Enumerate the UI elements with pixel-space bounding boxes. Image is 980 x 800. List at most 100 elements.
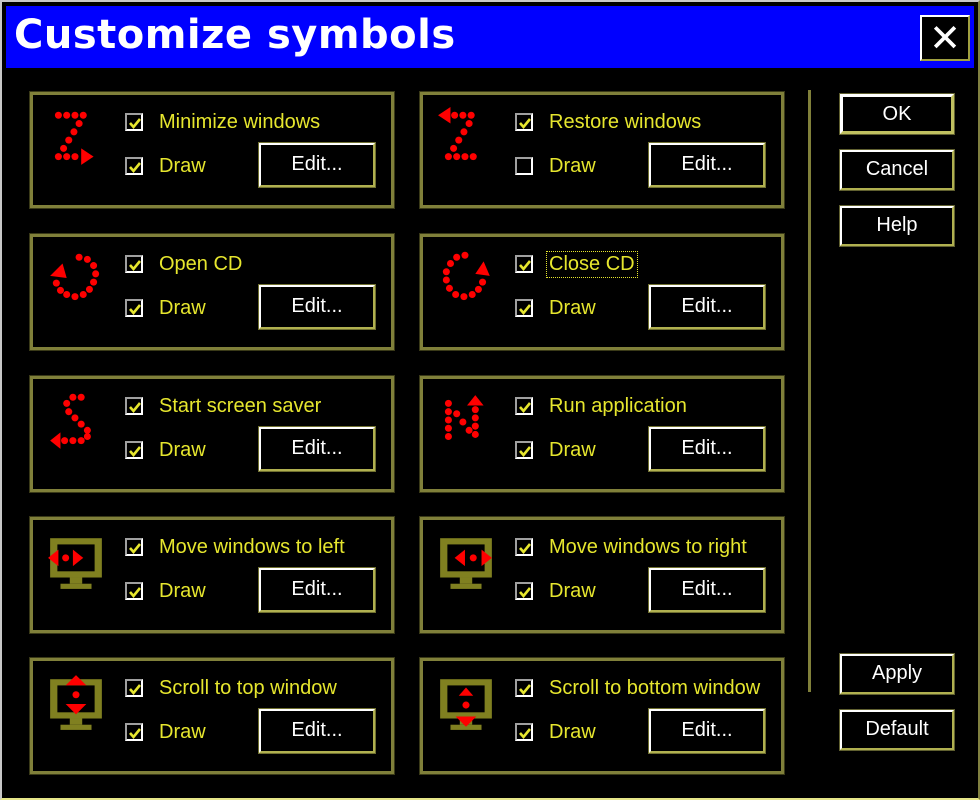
- symbol-group: Move windows to right Draw Edit...: [419, 516, 785, 634]
- close-button[interactable]: ✕: [920, 15, 970, 61]
- monitor-arrow-up-icon: [50, 675, 102, 730]
- checkbox-box[interactable]: [515, 441, 533, 459]
- checkbox-box[interactable]: [125, 397, 143, 415]
- enable-checkbox[interactable]: Move windows to right: [515, 534, 749, 560]
- checkbox-box[interactable]: [515, 397, 533, 415]
- draw-checkbox[interactable]: Draw: [125, 578, 208, 604]
- checkmark-icon: [519, 543, 532, 555]
- checkbox-box[interactable]: [125, 113, 143, 131]
- enable-checkbox[interactable]: Close CD: [515, 250, 638, 278]
- circle-arrow-cw-icon: [442, 251, 490, 301]
- edit-button[interactable]: Edit...: [648, 567, 766, 613]
- enable-checkbox[interactable]: Minimize windows: [125, 109, 322, 135]
- checkbox-box[interactable]: [125, 723, 143, 741]
- symbol-group: Scroll to top window Draw Edit...: [29, 657, 395, 775]
- draw-label: Draw: [549, 154, 596, 177]
- checkbox-box[interactable]: [515, 582, 533, 600]
- gesture-label: Open CD: [159, 252, 243, 275]
- enable-checkbox[interactable]: Run application: [515, 393, 689, 419]
- vertical-divider: [808, 90, 811, 692]
- checkbox-box[interactable]: [125, 255, 143, 273]
- checkbox-box[interactable]: [515, 299, 533, 317]
- edit-button[interactable]: Edit...: [258, 708, 376, 754]
- gesture-label: Start screen saver: [159, 394, 322, 417]
- monitor-arrows-right-icon: [440, 538, 492, 589]
- monitor-arrows-left-icon: [48, 538, 102, 589]
- checkbox-box[interactable]: [125, 679, 143, 697]
- enable-checkbox[interactable]: Start screen saver: [125, 393, 323, 419]
- monitor-arrow-down-icon: [440, 679, 492, 730]
- edit-button[interactable]: Edit...: [648, 708, 766, 754]
- draw-label: Draw: [549, 579, 596, 602]
- checkmark-icon: [519, 402, 532, 414]
- help-button[interactable]: Help: [839, 205, 955, 247]
- edit-button[interactable]: Edit...: [258, 284, 376, 330]
- gesture-label: Restore windows: [549, 110, 702, 133]
- checkbox-box[interactable]: [515, 538, 533, 556]
- enable-checkbox[interactable]: Restore windows: [515, 109, 703, 135]
- symbol-group: Minimize windows Draw Edit...: [29, 91, 395, 209]
- symbol-group: Close CD Draw Edit...: [419, 233, 785, 351]
- checkbox-box[interactable]: [125, 582, 143, 600]
- close-icon: ✕: [929, 16, 961, 60]
- edit-button[interactable]: Edit...: [258, 426, 376, 472]
- draw-checkbox[interactable]: Draw: [125, 719, 208, 745]
- checkmark-icon: [519, 304, 532, 316]
- checkbox-box[interactable]: [125, 538, 143, 556]
- checkbox-box[interactable]: [515, 113, 533, 131]
- enable-checkbox[interactable]: Move windows to left: [125, 534, 347, 560]
- checkmark-icon: [519, 684, 532, 696]
- draw-checkbox[interactable]: Draw: [515, 295, 598, 321]
- apply-button[interactable]: Apply: [839, 653, 955, 695]
- checkmark-icon: [129, 543, 142, 555]
- draw-label: Draw: [159, 579, 206, 602]
- checkmark-icon: [129, 162, 142, 174]
- title-bar[interactable]: Customize symbols ✕: [6, 6, 974, 68]
- checkmark-icon: [129, 304, 142, 316]
- edit-button[interactable]: Edit...: [258, 142, 376, 188]
- gesture-label: Scroll to top window: [159, 676, 337, 699]
- draw-label: Draw: [549, 438, 596, 461]
- draw-label: Draw: [549, 720, 596, 743]
- edit-button[interactable]: Edit...: [648, 142, 766, 188]
- default-button[interactable]: Default: [839, 709, 955, 751]
- draw-label: Draw: [159, 296, 206, 319]
- n-arrow-icon: [444, 395, 484, 441]
- draw-checkbox[interactable]: Draw: [125, 153, 208, 179]
- draw-checkbox[interactable]: Draw: [515, 719, 598, 745]
- symbol-group: Start screen saver Draw Edit...: [29, 375, 395, 493]
- checkbox-box[interactable]: [515, 255, 533, 273]
- checkmark-icon: [129, 260, 142, 272]
- draw-checkbox[interactable]: Draw: [515, 153, 598, 179]
- checkmark-icon: [519, 728, 532, 740]
- draw-label: Draw: [159, 154, 206, 177]
- edit-button[interactable]: Edit...: [648, 426, 766, 472]
- symbol-group: Scroll to bottom window Draw Edit...: [419, 657, 785, 775]
- checkmark-icon: [519, 118, 532, 130]
- edit-button[interactable]: Edit...: [648, 284, 766, 330]
- edit-button[interactable]: Edit...: [258, 567, 376, 613]
- checkmark-icon: [129, 118, 142, 130]
- checkmark-icon: [519, 587, 532, 599]
- draw-checkbox[interactable]: Draw: [125, 437, 208, 463]
- ok-button[interactable]: OK: [839, 93, 955, 135]
- checkbox-box[interactable]: [515, 723, 533, 741]
- checkbox-box[interactable]: [515, 679, 533, 697]
- checkmark-icon: [129, 446, 142, 458]
- checkbox-box[interactable]: [125, 157, 143, 175]
- gesture-label: Minimize windows: [159, 110, 321, 133]
- draw-checkbox[interactable]: Draw: [125, 295, 208, 321]
- checkbox-box[interactable]: [125, 299, 143, 317]
- enable-checkbox[interactable]: Open CD: [125, 251, 244, 277]
- dialog-title: Customize symbols: [14, 12, 456, 58]
- draw-checkbox[interactable]: Draw: [515, 578, 598, 604]
- draw-checkbox[interactable]: Draw: [515, 437, 598, 463]
- checkbox-box[interactable]: [515, 157, 533, 175]
- enable-checkbox[interactable]: Scroll to top window: [125, 675, 339, 701]
- checkbox-box[interactable]: [125, 441, 143, 459]
- gesture-label: Close CD: [546, 250, 638, 278]
- z-arrow-left-icon: [438, 107, 477, 161]
- checkmark-icon: [129, 684, 142, 696]
- enable-checkbox[interactable]: Scroll to bottom window: [515, 675, 762, 701]
- cancel-button[interactable]: Cancel: [839, 149, 955, 191]
